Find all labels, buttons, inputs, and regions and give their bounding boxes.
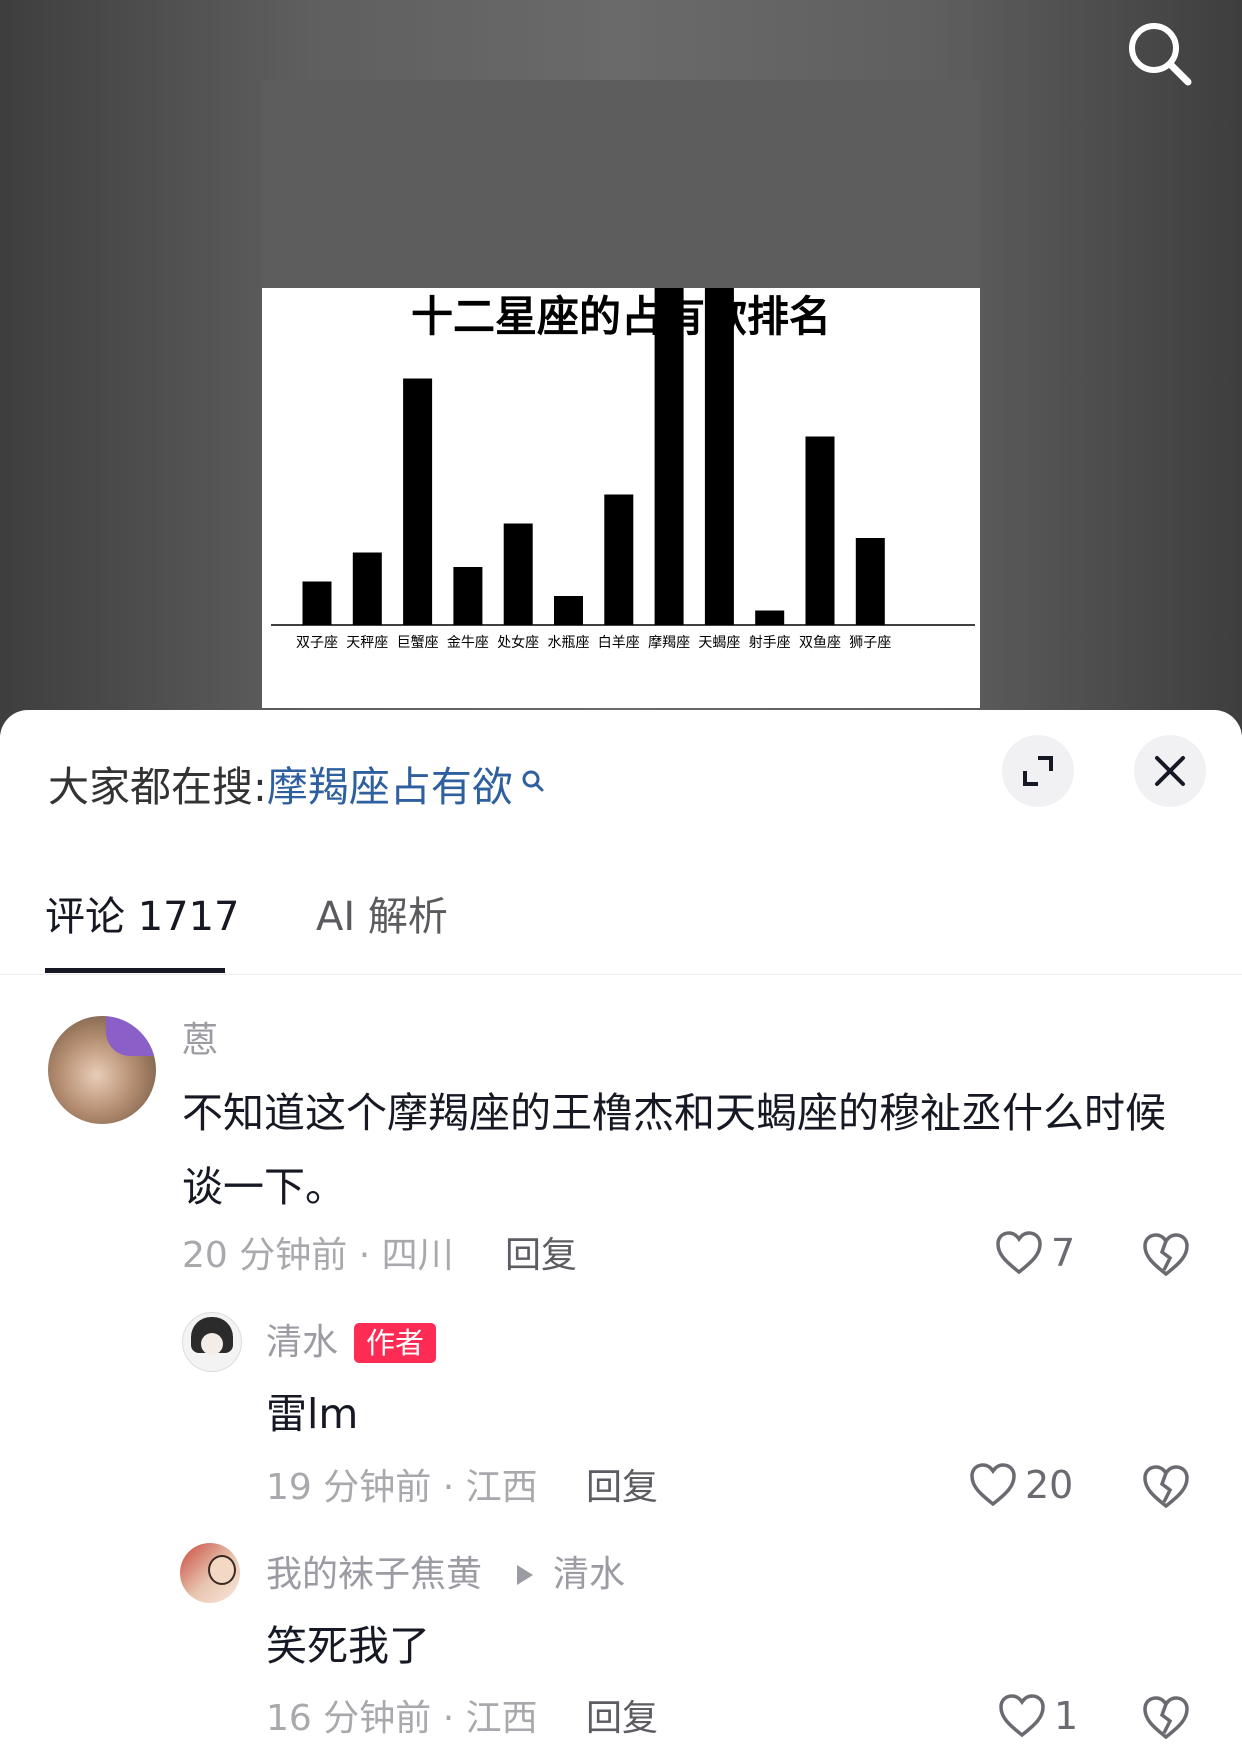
avatar[interactable] xyxy=(180,1543,240,1603)
bar-chart: 十二星座的占有欲排名 双子座 天秤座 巨蟹座 金牛座 处女座 水瓶座 白羊座 摩羯座 天蝎座 射手… xyxy=(271,0,975,651)
author-badge: 作者 xyxy=(354,1323,437,1363)
x-tick-label: 摩羯座 xyxy=(648,634,690,651)
reply-button[interactable]: 回复 xyxy=(586,1466,658,1510)
x-tick-label: 处女座 xyxy=(497,634,539,651)
broken-heart-icon xyxy=(1143,1465,1189,1509)
broken-heart-icon xyxy=(1143,1696,1189,1740)
reply-button[interactable]: 回复 xyxy=(586,1697,658,1741)
reply-author[interactable]: 清水 xyxy=(266,1321,338,1365)
close-icon xyxy=(1155,756,1185,786)
x-tick-label: 天秤座 xyxy=(346,635,388,651)
x-tick-labels: 双子座 天秤座 巨蟹座 金牛座 处女座 水瓶座 白羊座 摩羯座 天蝎座 射手座 双鱼座 狮子座 xyxy=(296,634,891,651)
reply-meta: 19 分钟前 · 江西 xyxy=(266,1467,538,1508)
heart-icon xyxy=(999,1694,1045,1738)
bar-摩羯座 xyxy=(654,0,684,625)
dislike-button[interactable] xyxy=(1142,1464,1190,1514)
x-tick-label: 天蝎座 xyxy=(698,635,740,651)
like-count: 7 xyxy=(1051,1231,1076,1275)
avatar[interactable] xyxy=(48,1016,156,1124)
search-small-icon xyxy=(513,770,545,802)
reply-text: 笑死我了 xyxy=(266,1622,430,1670)
x-tick-label: 白羊座 xyxy=(598,635,640,651)
heart-icon xyxy=(970,1463,1016,1507)
reply-to-user[interactable]: 清水 xyxy=(553,1553,625,1597)
close-button[interactable] xyxy=(1134,735,1206,807)
comment-author[interactable]: 蒽 xyxy=(182,1019,218,1063)
reply-author[interactable]: 我的袜子焦黄 xyxy=(266,1553,482,1597)
search-icon xyxy=(1129,23,1192,86)
like-count: 20 xyxy=(1025,1463,1074,1507)
bar-白羊座 xyxy=(604,494,634,625)
tab-ai-analysis[interactable]: AI 解析 xyxy=(316,893,448,941)
comment-text: 不知道这个摩羯座的王橹杰和天蝎座的穆祉丞什么时候谈一下。 xyxy=(182,1089,1166,1211)
broken-heart-icon xyxy=(1143,1233,1189,1277)
bar-双子座 xyxy=(302,581,332,625)
bar-双鱼座 xyxy=(805,436,835,625)
comment-meta: 20 分钟前 · 四川 xyxy=(182,1235,454,1276)
bar-天蝎座 xyxy=(704,0,734,625)
suggestion-keyword[interactable]: 摩羯座占有欲 xyxy=(267,763,513,811)
like-button[interactable]: 20 xyxy=(969,1462,1073,1508)
like-count: 1 xyxy=(1054,1694,1079,1738)
bar-天秤座 xyxy=(352,552,382,625)
bar-水瓶座 xyxy=(554,596,583,625)
x-tick-label: 金牛座 xyxy=(447,635,489,651)
reply-meta: 16 分钟前 · 江西 xyxy=(266,1698,538,1739)
heart-icon xyxy=(996,1231,1042,1275)
tab-divider xyxy=(0,974,1242,975)
chart-card: 十二星座的占有欲排名 双子座 天秤座 巨蟹座 金牛座 处女座 水瓶座 白羊座 摩羯座 天蝎座 射手… xyxy=(262,0,980,708)
like-button[interactable]: 1 xyxy=(998,1693,1078,1739)
bar-处女座 xyxy=(503,523,533,625)
like-button[interactable]: 7 xyxy=(995,1230,1075,1276)
dislike-button[interactable] xyxy=(1142,1695,1190,1745)
expand-button[interactable] xyxy=(1002,735,1074,807)
reply-button[interactable]: 回复 xyxy=(505,1234,577,1278)
tab-comments[interactable]: 评论 1717 xyxy=(45,893,240,941)
video-top-panel xyxy=(262,80,980,288)
x-tick-label: 水瓶座 xyxy=(548,635,590,651)
chart-title: 十二星座的占有欲排名 xyxy=(411,292,831,341)
x-tick-label: 狮子座 xyxy=(849,635,891,651)
x-tick-label: 巨蟹座 xyxy=(397,635,439,651)
avatar[interactable] xyxy=(182,1312,242,1372)
reply-text: 雷lm xyxy=(266,1390,359,1438)
bar-狮子座 xyxy=(855,538,885,625)
expand-icon xyxy=(1023,756,1053,786)
search-suggestion[interactable]: 大家都在搜:摩羯座占有欲 xyxy=(48,763,545,811)
x-tick-label: 双鱼座 xyxy=(799,634,841,651)
dislike-button[interactable] xyxy=(1142,1232,1190,1282)
x-tick-label: 射手座 xyxy=(749,635,791,651)
x-tick-label: 双子座 xyxy=(296,635,338,651)
tab-active-indicator xyxy=(45,968,225,973)
triangle-right-icon xyxy=(517,1565,533,1585)
bar-金牛座 xyxy=(453,567,483,625)
bar-巨蟹座 xyxy=(403,378,433,625)
bar-射手座 xyxy=(755,610,785,625)
search-button[interactable] xyxy=(1122,14,1194,86)
suggestion-label: 大家都在搜: xyxy=(48,763,267,811)
